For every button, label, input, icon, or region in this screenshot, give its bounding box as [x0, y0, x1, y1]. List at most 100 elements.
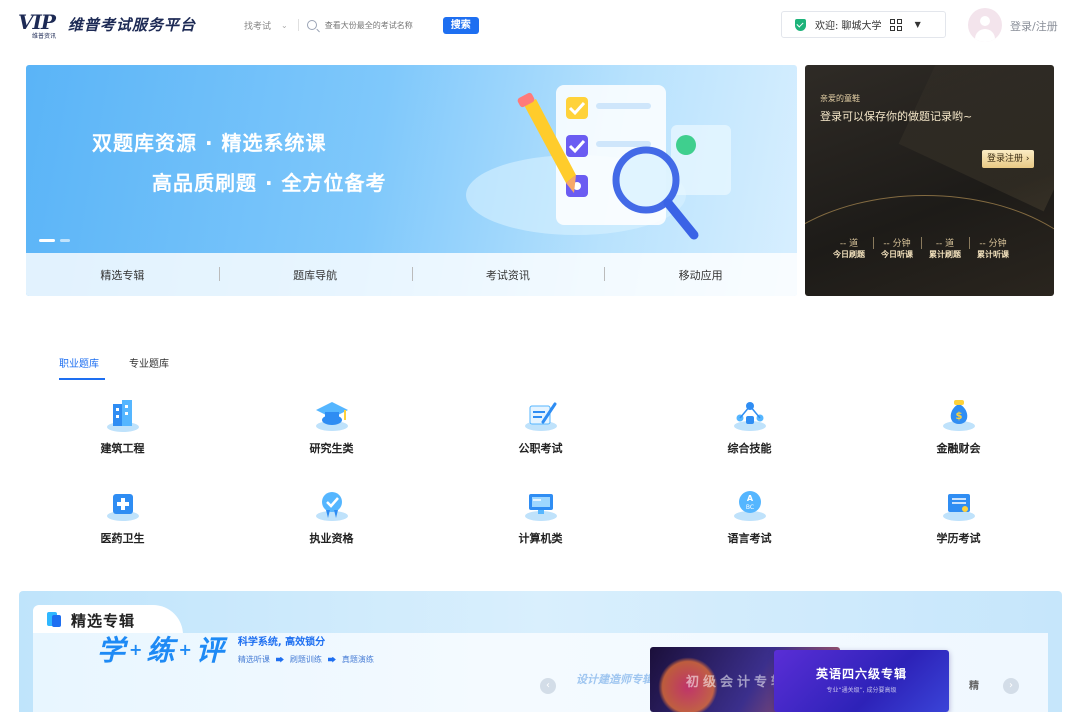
category-label: 医药卫生: [100, 532, 145, 545]
learn-practice-eval-slogan: 学 + 练 + 评 科学系统, 高效锁分 精选听课 刷题训练 真题演练: [97, 629, 374, 669]
category-item[interactable]: 公职考试: [436, 396, 645, 456]
vip-logo-mark: VIP 维普资讯: [18, 12, 62, 40]
caret-down-icon[interactable]: ▼: [915, 20, 921, 29]
stat-today-questions: -- 道 今日刷题: [827, 236, 873, 260]
step-label: 刷题训练: [289, 655, 322, 664]
category-label: 研究生类: [309, 442, 354, 455]
login-register-link[interactable]: 登录/注册: [1010, 18, 1058, 34]
svg-text:A: A: [746, 494, 753, 503]
stat-total-minutes: -- 分钟 累计听课: [969, 236, 1017, 260]
category-item[interactable]: A BC 语言考试: [645, 486, 854, 546]
user-avatar[interactable]: [968, 8, 1002, 42]
step-label: 精选听课: [237, 655, 270, 664]
quick-nav-news[interactable]: 考试资讯: [411, 266, 605, 283]
logo-sub: 维普资讯: [32, 33, 57, 40]
slogan-steps: 精选听课 刷题训练 真题演练: [238, 654, 374, 665]
skills-network-icon: [733, 402, 766, 431]
svg-text:BC: BC: [745, 504, 753, 511]
category-label: 执业资格: [309, 532, 354, 545]
search-category-label: 找考试: [244, 21, 272, 32]
carousel-dot[interactable]: [39, 239, 55, 242]
slogan-subtitle: 科学系统, 高效锁分 精选听课 刷题训练 真题演练: [238, 633, 374, 665]
tab-major-bank[interactable]: 专业题库: [129, 355, 169, 380]
tab-professional-bank[interactable]: 职业题库: [59, 355, 105, 380]
album-card-title: 初级会计专辑: [686, 675, 789, 690]
stat-today-minutes: -- 分钟 今日听课: [873, 236, 921, 260]
step-label: 真题演练: [341, 655, 374, 664]
welcome-text: 欢迎: 聊城大学: [815, 21, 882, 32]
search-category-select[interactable]: 找考试 ⌄: [244, 19, 288, 32]
slogan-subtitle-text: 科学系统, 高效锁分: [237, 637, 326, 648]
building-icon: [106, 400, 139, 432]
category-item[interactable]: 执业资格: [227, 486, 436, 546]
banner-headline-1: 双题库资源 · 精选系统课: [92, 131, 327, 155]
site-title: 维普考试服务平台: [68, 15, 197, 34]
stat-label: 累计刷题: [929, 250, 961, 259]
promo-greeting: 亲爱的童鞋: [820, 94, 860, 103]
computer-icon: [524, 494, 557, 521]
arrow-right-icon: [275, 656, 284, 663]
site-logo[interactable]: VIP 维普资讯 维普考试服务平台: [18, 12, 197, 40]
search-bar: 找考试 ⌄ 搜索: [244, 16, 479, 34]
category-label: 语言考试: [727, 532, 772, 545]
category-grid: 建筑工程 研究生类 公职考试 综合技能 $ 金融财会 医药卫生 执业资格 计算机…: [18, 396, 1062, 546]
carousel-indicators: [39, 239, 70, 242]
institution-welcome[interactable]: 欢迎: 聊城大学 ▼: [781, 11, 946, 38]
quick-nav-bank[interactable]: 题库导航: [218, 266, 412, 283]
album-card[interactable]: 英语四六级专辑 专业“通关级”, 成分要高级: [774, 650, 949, 712]
quick-nav-featured[interactable]: 精选专辑: [26, 267, 219, 283]
category-item[interactable]: 综合技能: [645, 396, 854, 456]
slogan-evaluate: 评: [195, 634, 224, 667]
category-item[interactable]: 医药卫生: [18, 486, 227, 546]
search-input[interactable]: [324, 20, 435, 30]
arrow-right-icon: [327, 656, 336, 663]
stat-total-questions: -- 道 累计刷题: [921, 236, 969, 260]
hero-banner[interactable]: 双题库资源 · 精选系统课 高品质刷题 · 全方位备考 精选专辑 题库导航 考试…: [26, 65, 797, 296]
chevron-down-icon: ⌄: [281, 20, 288, 30]
document-pen-icon: [524, 402, 557, 431]
shield-check-icon: [795, 18, 806, 31]
album-icon: [47, 612, 61, 628]
login-promo-card: 亲爱的童鞋 登录可以保存你的做题记录哟~ 登录注册 › -- 道 今日刷题 --…: [805, 65, 1054, 296]
question-bank-tabs: 职业题库 专业题库: [59, 355, 169, 380]
quick-nav-mobile[interactable]: 移动应用: [604, 266, 797, 283]
banner-quick-nav: 精选专辑 题库导航 考试资讯 移动应用: [26, 253, 797, 296]
diploma-icon: [942, 494, 975, 521]
stat-value: -- 道: [839, 239, 859, 249]
search-divider: [297, 19, 299, 31]
category-label: 综合技能: [727, 442, 772, 455]
category-item[interactable]: 学历考试: [854, 486, 1063, 546]
search-icon: [306, 20, 317, 30]
money-bag-icon: $: [942, 400, 975, 431]
category-label: 公职考试: [518, 442, 563, 455]
slogan-plus: +: [129, 639, 143, 659]
album-card[interactable]: 精: [969, 677, 979, 692]
language-abc-icon: A BC: [733, 491, 766, 521]
category-item[interactable]: 建筑工程: [18, 396, 227, 456]
login-register-button[interactable]: 登录注册 ›: [982, 150, 1035, 168]
category-item[interactable]: $ 金融财会: [854, 396, 1063, 456]
stat-label: 今日听课: [881, 250, 913, 259]
category-item[interactable]: 研究生类: [227, 396, 436, 456]
featured-title: 精选专辑: [71, 611, 136, 630]
carousel-next-button[interactable]: ›: [1003, 678, 1019, 694]
medical-kit-icon: [106, 494, 139, 521]
carousel-prev-button[interactable]: ‹: [540, 678, 556, 694]
carousel-dot[interactable]: [60, 239, 70, 242]
slogan-plus: +: [178, 639, 192, 659]
certificate-icon: [315, 492, 348, 521]
stat-value: -- 道: [935, 239, 955, 249]
category-item[interactable]: 计算机类: [436, 486, 645, 546]
slogan-practice: 练: [146, 634, 175, 667]
graduation-cap-icon: [315, 402, 348, 431]
album-card[interactable]: 设计建造师专辑: [576, 671, 656, 701]
promo-glow: [898, 65, 1054, 212]
search-button[interactable]: 搜索: [442, 16, 479, 34]
slogan-learn: 学: [97, 634, 126, 667]
top-header: VIP 维普资讯 维普考试服务平台 找考试 ⌄ 搜索 欢迎: 聊城大学 ▼ 登录…: [0, 0, 1080, 50]
stat-label: 今日刷题: [833, 250, 865, 259]
qr-code-icon[interactable]: [889, 18, 902, 31]
svg-text:$: $: [955, 411, 962, 422]
featured-albums-section: 精选专辑 学 + 练 + 评 科学系统, 高效锁分 精选听课 刷题训练 真题演练…: [19, 591, 1062, 712]
stat-value: -- 分钟: [883, 239, 911, 249]
